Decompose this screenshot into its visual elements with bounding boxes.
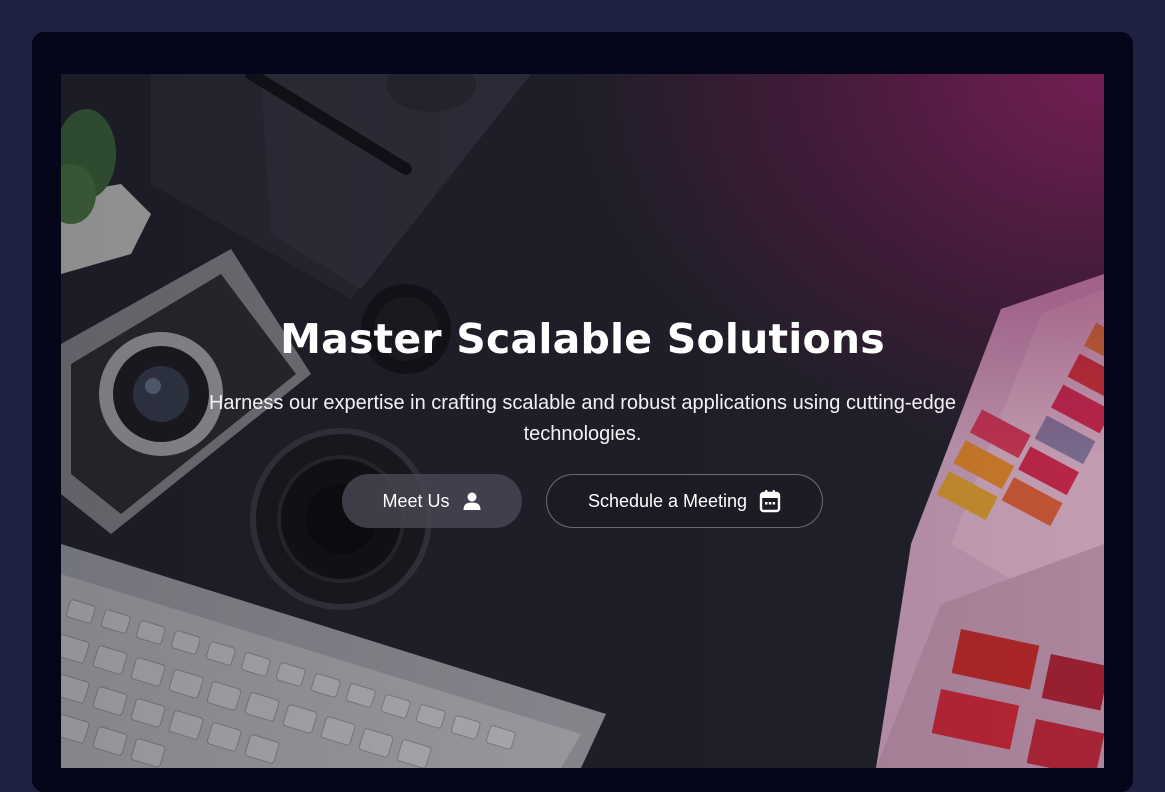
hero-section: Master Scalable Solutions Harness our ex… [61, 74, 1104, 768]
hero-title: Master Scalable Solutions [280, 315, 885, 363]
schedule-meeting-button[interactable]: Schedule a Meeting [546, 474, 823, 528]
hero-buttons: Meet Us Schedule a Meeting [61, 474, 1104, 528]
schedule-meeting-label: Schedule a Meeting [587, 490, 748, 511]
meet-us-button[interactable]: Meet Us [342, 474, 522, 528]
meet-us-label: Meet Us [382, 490, 450, 511]
hero-content: Master Scalable Solutions Harness our ex… [61, 314, 1104, 528]
hero-subtitle: Harness our expertise in crafting scalab… [208, 392, 957, 445]
calendar-icon [759, 489, 781, 513]
user-icon [462, 491, 482, 511]
